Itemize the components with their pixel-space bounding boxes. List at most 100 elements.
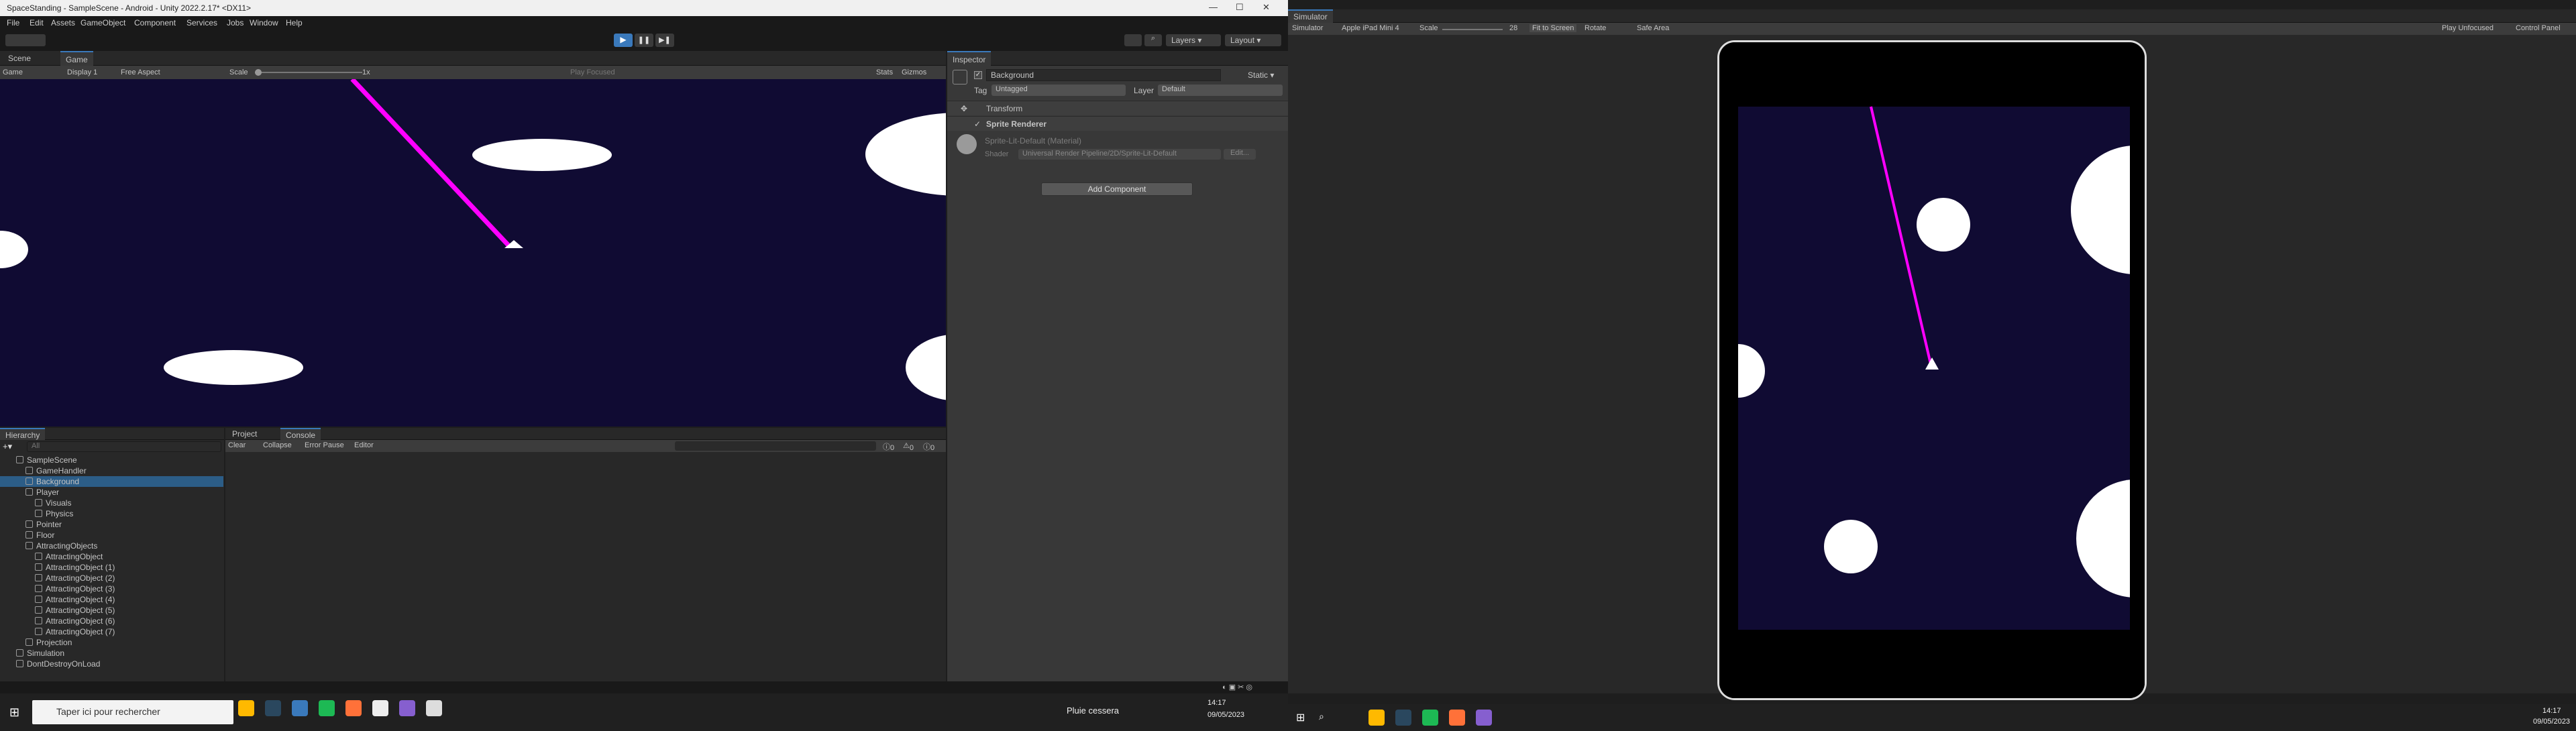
menu-window[interactable]: Window [250,18,278,27]
steam-icon[interactable] [265,700,281,716]
menu-help[interactable]: Help [286,18,303,27]
hierarchy-row[interactable]: Background [0,476,223,487]
firefox-icon[interactable] [345,700,362,716]
menu-component[interactable]: Component [134,18,176,27]
static-toggle[interactable]: Static ▾ [1248,70,1274,80]
scale-slider-handle[interactable] [255,69,262,76]
tab-hierarchy[interactable]: Hierarchy [0,428,46,440]
play-focused-dropdown[interactable]: Play Focused [570,68,615,76]
device-dropdown[interactable]: Apple iPad Mini 4 [1342,24,1399,32]
layer-dropdown[interactable]: Default [1158,85,1283,96]
visual-studio-icon[interactable] [1476,710,1492,726]
hierarchy-row[interactable]: SampleScene [0,455,223,465]
scale-slider[interactable] [1442,29,1503,30]
history-icon[interactable] [1124,34,1142,46]
shader-edit-button[interactable]: Edit... [1224,149,1256,160]
hierarchy-row[interactable]: Floor [0,530,223,541]
spotify-icon[interactable] [1422,710,1438,726]
layout-dropdown[interactable]: Layout ▾ [1225,34,1281,46]
hierarchy-row[interactable]: Player [0,487,223,498]
app-icon[interactable] [292,700,308,716]
collapse-button[interactable]: Collapse [263,441,292,449]
maximize-icon[interactable]: ☐ [1236,2,1244,13]
log-count[interactable]: ⓘ 0 [883,441,894,452]
editor-dropdown[interactable]: Editor [354,441,374,449]
play-button[interactable]: ▶ [614,34,633,47]
tab-simulator[interactable]: Simulator [1288,9,1333,23]
hierarchy-row[interactable]: Pointer [0,519,223,530]
active-checkbox[interactable]: ✓ [974,71,982,79]
folder-icon[interactable] [238,700,254,716]
hierarchy-row[interactable]: AttractingObject (5) [0,605,223,616]
stats-toggle[interactable]: Stats [876,68,893,76]
windows-start-icon[interactable]: ⊞ [9,706,23,719]
scale-slider[interactable] [255,69,362,76]
search-icon[interactable]: ⌕ [1144,34,1162,46]
pause-button[interactable]: ❚❚ [635,34,653,47]
tab-project[interactable]: Project [227,428,262,440]
tag-dropdown[interactable]: Untagged [991,85,1126,96]
hierarchy-row[interactable]: DontDestroyOnLoad [0,659,223,669]
error-count[interactable]: ⓘ 0 [923,441,934,452]
tab-game[interactable]: Game [60,51,93,66]
fit-to-screen-button[interactable]: Fit to Screen [1529,24,1577,32]
clock-time[interactable]: 14:17 [2542,707,2561,715]
clear-button[interactable]: Clear [228,441,246,449]
tab-scene[interactable]: Scene [3,51,36,66]
warning-count[interactable]: ⚠ 0 [903,441,914,452]
menu-jobs[interactable]: Jobs [227,18,244,27]
account-button[interactable] [5,34,46,46]
hierarchy-row[interactable]: Projection [0,637,223,648]
safe-area-toggle[interactable]: Safe Area [1637,24,1669,32]
game-mode-dropdown[interactable]: Game [3,68,23,76]
device-screen[interactable] [1719,42,2145,698]
unity-hub-icon[interactable] [372,700,388,716]
control-panel-button[interactable]: Control Panel [2516,24,2561,32]
rotate-label[interactable]: Rotate [1585,24,1606,32]
menu-services[interactable]: Services [186,18,217,27]
object-name-field[interactable]: Background [986,69,1221,81]
close-icon[interactable]: ✕ [1263,2,1270,13]
hierarchy-row[interactable]: Physics [0,508,223,519]
hierarchy-row[interactable]: AttractingObjects [0,541,223,551]
folder-icon[interactable] [1368,710,1385,726]
hierarchy-row[interactable]: GameHandler [0,465,223,476]
play-mode-dropdown[interactable]: Play Unfocused [2442,24,2493,32]
hierarchy-row[interactable]: AttractingObject (2) [0,573,223,583]
spotify-icon[interactable] [319,700,335,716]
hierarchy-row[interactable]: AttractingObject (7) [0,626,223,637]
firefox-icon[interactable] [1449,710,1465,726]
hierarchy-row[interactable]: AttractingObject (3) [0,583,223,594]
hierarchy-row[interactable]: AttractingObject (1) [0,562,223,573]
add-component-button[interactable]: Add Component [1041,182,1193,196]
hierarchy-row[interactable]: AttractingObject (4) [0,594,223,605]
tab-console[interactable]: Console [280,428,321,440]
shader-dropdown[interactable]: Universal Render Pipeline/2D/Sprite-Lit-… [1018,149,1221,160]
windows-start-icon[interactable]: ⊞ [1296,711,1305,724]
console-search-input[interactable] [675,441,876,451]
clock-date[interactable]: 09/05/2023 [1208,711,1244,719]
search-icon[interactable]: ⌕ [1319,711,1324,722]
create-plus-icon[interactable]: +▾ [3,441,16,452]
sprite-renderer-component-header[interactable]: ✓ Sprite Renderer [947,116,1288,131]
clock-time[interactable]: 14:17 [1208,699,1226,707]
gizmos-toggle[interactable]: Gizmos [902,68,926,76]
weather-text[interactable]: Pluie cessera [1067,706,1119,716]
hierarchy-search-input[interactable]: All [27,441,221,452]
enabled-checkbox[interactable]: ✓ [974,119,981,129]
error-pause-button[interactable]: Error Pause [305,441,344,449]
step-button[interactable]: ▶❚ [655,34,674,47]
unity-icon[interactable] [426,700,442,716]
display-dropdown[interactable]: Display 1 [67,68,97,76]
menu-file[interactable]: File [7,18,19,27]
aspect-dropdown[interactable]: Free Aspect [121,68,160,76]
taskbar-search-input[interactable]: Taper ici pour rechercher [32,700,233,724]
game-view[interactable] [0,79,946,427]
hierarchy-row[interactable]: Simulation [0,648,223,659]
visual-studio-icon[interactable] [399,700,415,716]
menu-gameobject[interactable]: GameObject [80,18,125,27]
menu-edit[interactable]: Edit [30,18,44,27]
hierarchy-row[interactable]: AttractingObject [0,551,223,562]
tab-inspector[interactable]: Inspector [947,51,991,66]
simulator-mode-dropdown[interactable]: Simulator [1292,24,1323,32]
